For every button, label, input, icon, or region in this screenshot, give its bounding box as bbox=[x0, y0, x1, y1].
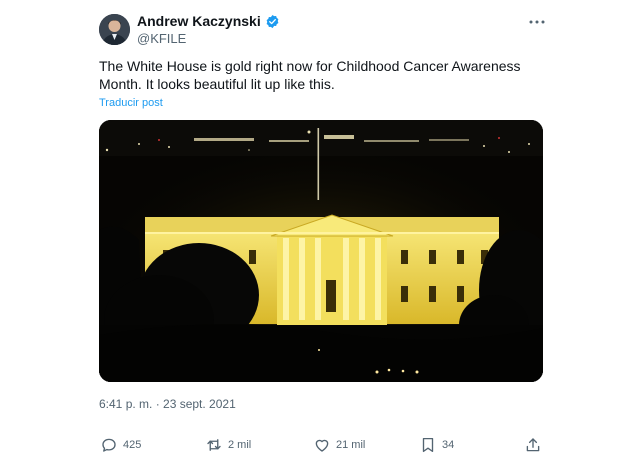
author-handle[interactable]: @KFILE bbox=[137, 31, 280, 46]
share-button[interactable] bbox=[524, 436, 542, 454]
avatar[interactable] bbox=[99, 14, 130, 45]
bookmark-button[interactable]: 34 bbox=[419, 436, 454, 454]
tweet-timestamp[interactable]: 6:41 p. m. · 23 sept. 2021 bbox=[99, 397, 236, 411]
bookmark-icon bbox=[422, 437, 434, 453]
translate-link[interactable]: Traducir post bbox=[99, 97, 163, 109]
verified-badge-icon bbox=[265, 14, 280, 29]
repost-count: 2 mil bbox=[228, 439, 252, 451]
more-icon[interactable] bbox=[526, 14, 548, 30]
tweet-text: The White House is gold right now for Ch… bbox=[99, 58, 521, 92]
tweet-image[interactable] bbox=[99, 120, 543, 382]
like-button[interactable]: 21 mil bbox=[313, 436, 365, 454]
reply-icon bbox=[102, 438, 116, 452]
bookmark-count: 34 bbox=[442, 439, 455, 451]
like-count: 21 mil bbox=[336, 439, 366, 451]
author-block: Andrew Kaczynski @KFILE bbox=[137, 13, 280, 46]
repost-icon bbox=[207, 439, 221, 451]
tweet-card: Andrew Kaczynski @KFILE The White House … bbox=[0, 0, 640, 466]
share-icon bbox=[526, 438, 540, 452]
reply-count: 425 bbox=[123, 439, 142, 451]
action-bar: 425 2 mil 21 mil 34 bbox=[100, 436, 544, 454]
repost-button[interactable]: 2 mil bbox=[205, 436, 251, 454]
reply-button[interactable]: 425 bbox=[100, 436, 141, 454]
author-name[interactable]: Andrew Kaczynski bbox=[137, 13, 261, 29]
like-icon bbox=[315, 439, 329, 452]
